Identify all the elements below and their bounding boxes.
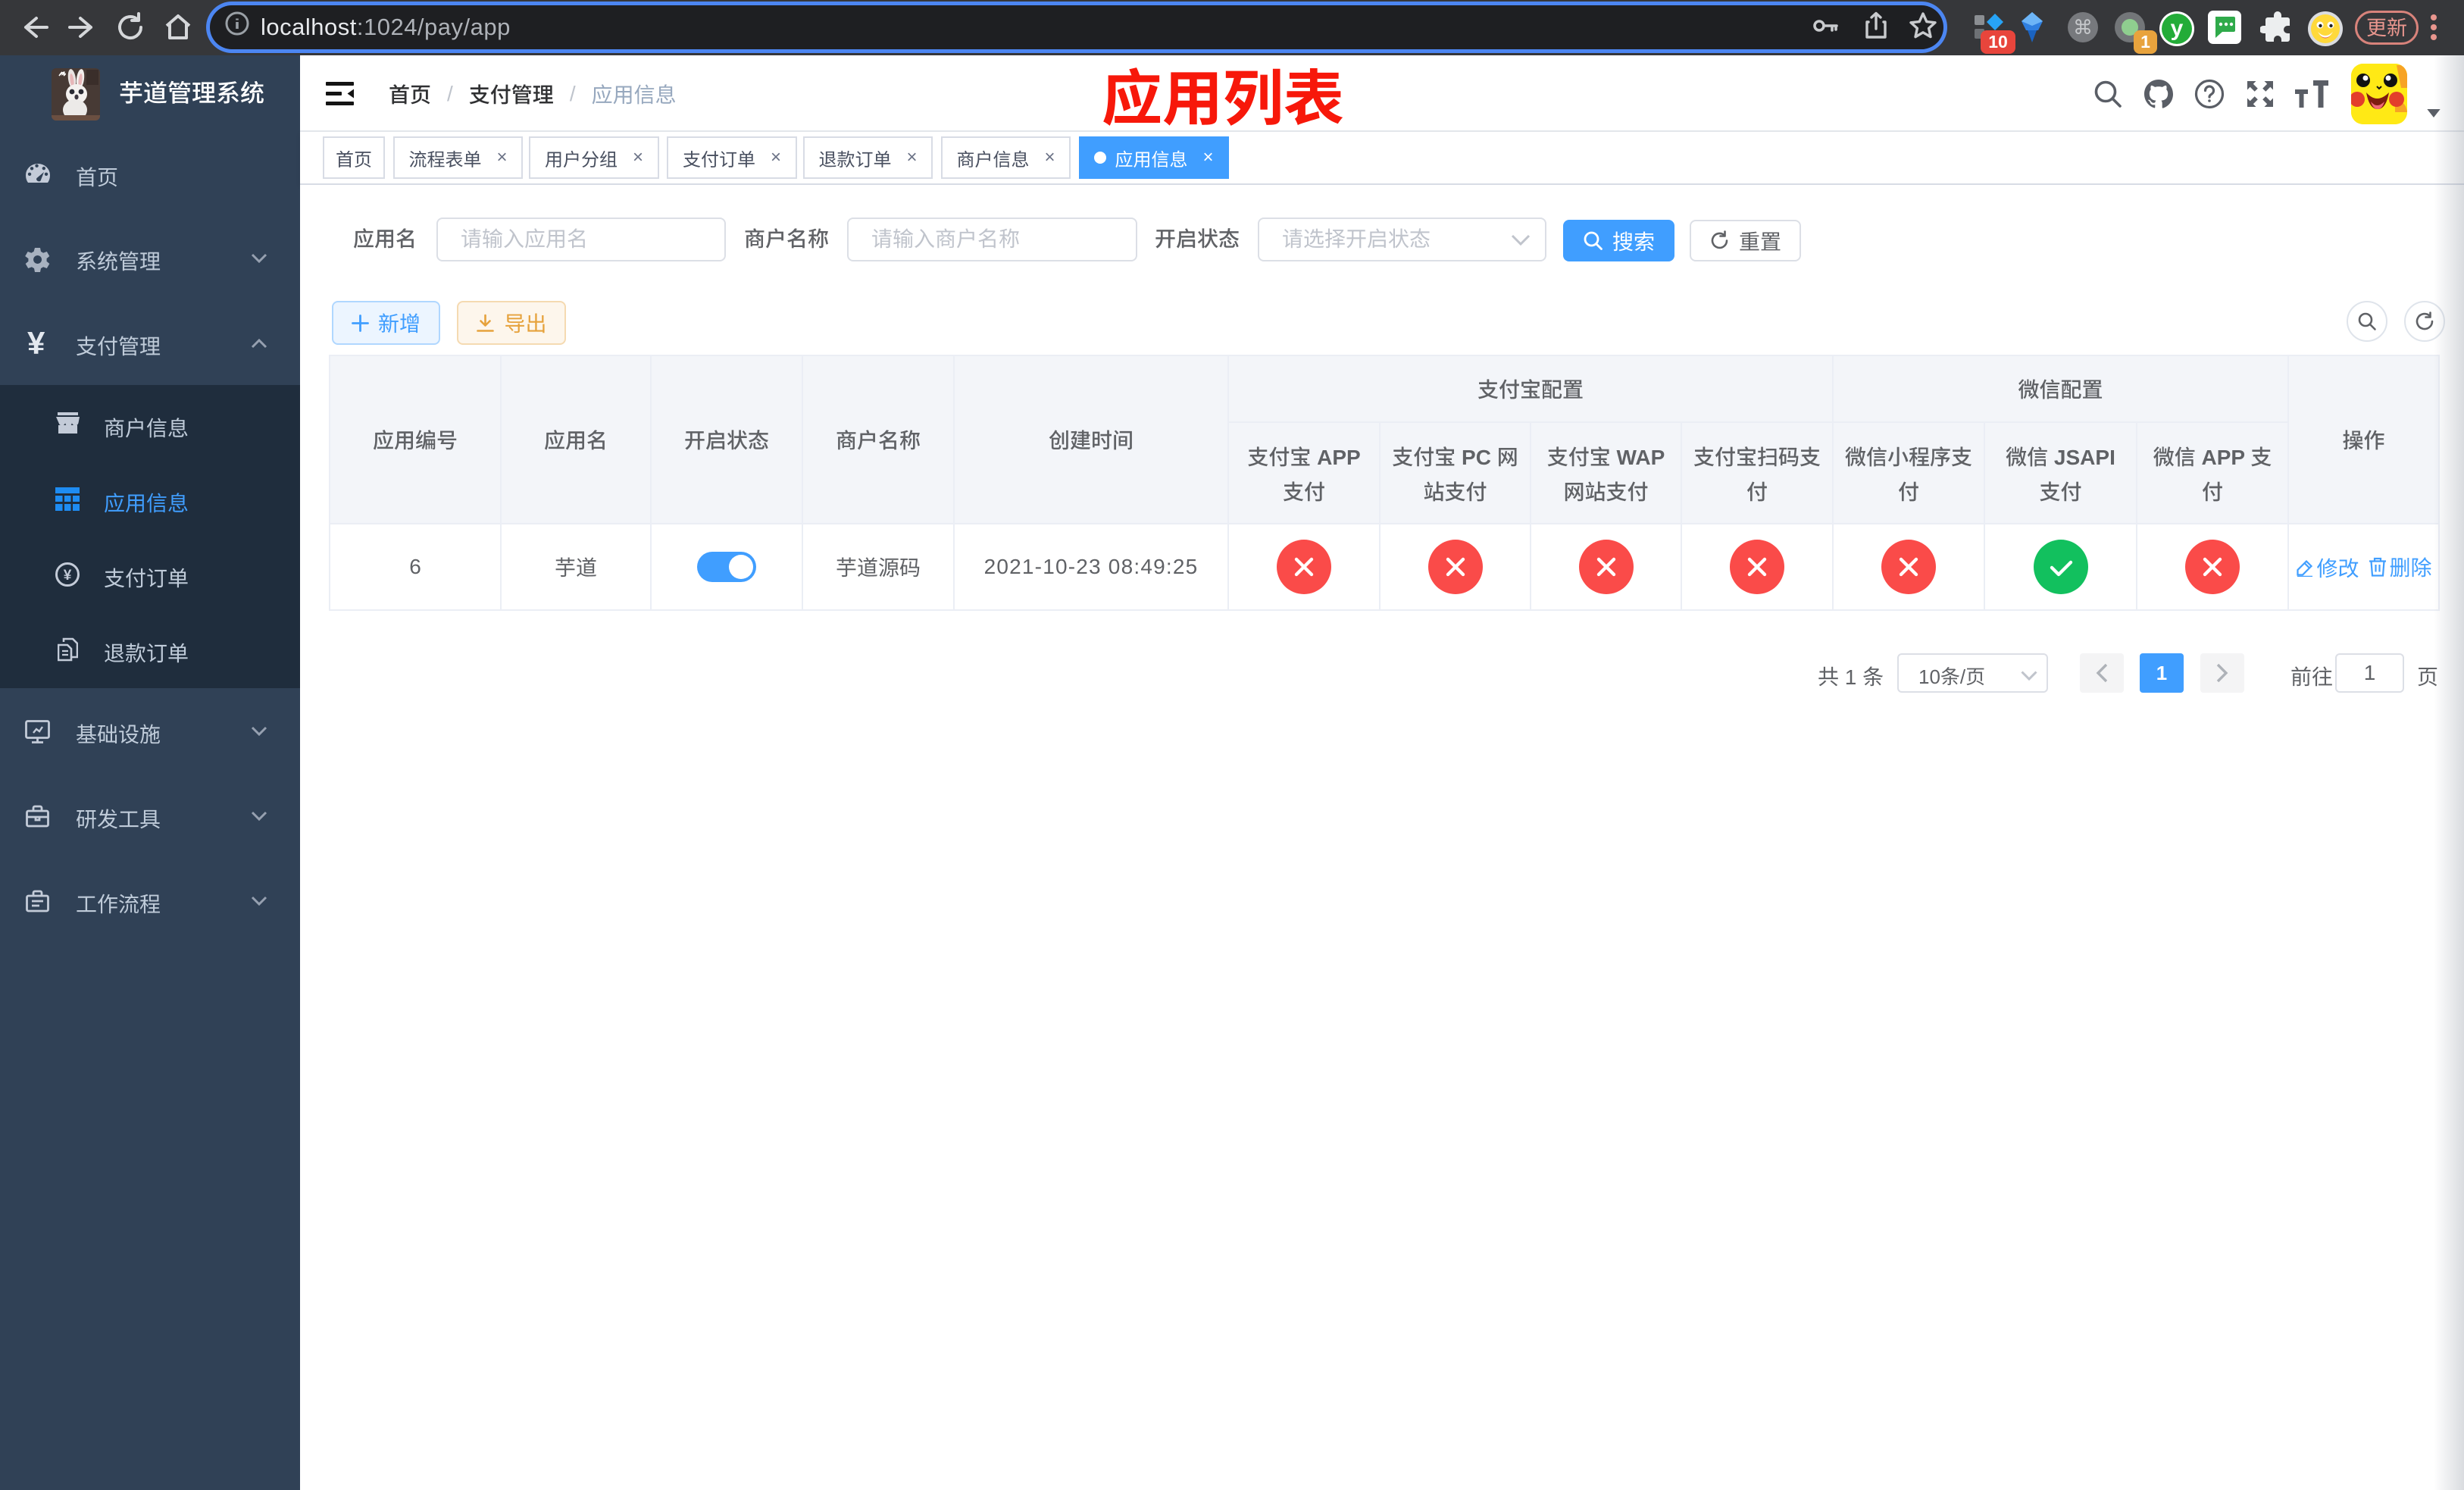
svg-text:¥: ¥ [64, 568, 72, 584]
svg-text:⌘: ⌘ [2073, 16, 2093, 39]
svg-text:y: y [2171, 16, 2184, 41]
